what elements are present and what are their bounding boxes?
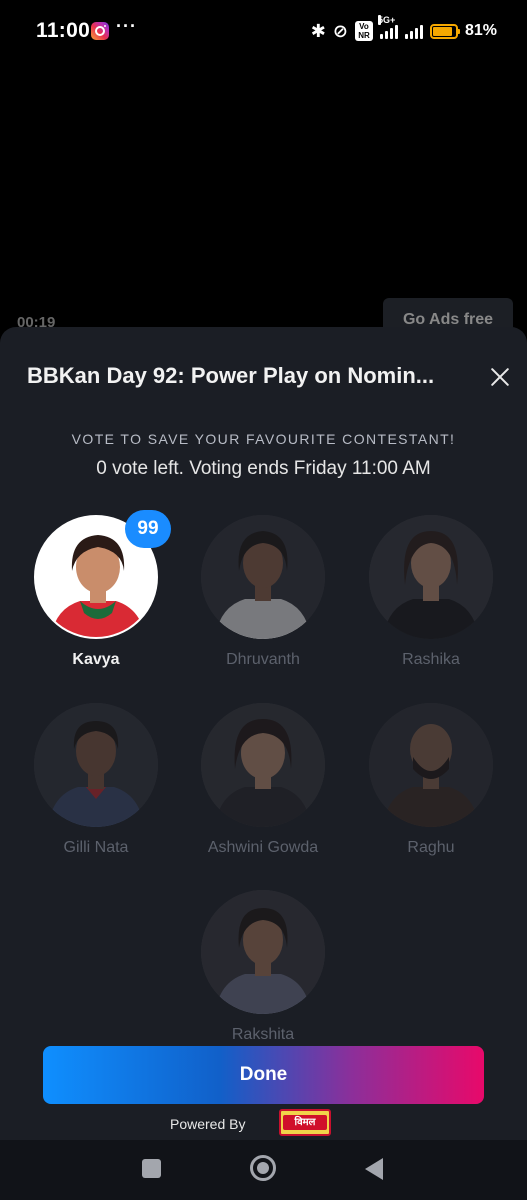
screen: 11:00 ··· ✱ ⊘ Vo NR 5G+ 81% 00:19 Go Ads… (0, 0, 527, 1200)
powered-by-label: Powered By (170, 1116, 246, 1132)
voting-sheet: BBKan Day 92: Power Play on Nomin... VOT… (0, 327, 527, 1140)
contestant-name: Kavya (72, 651, 120, 668)
contestant-avatar (369, 515, 493, 639)
battery-percent: 81% (464, 22, 497, 39)
contestant-card-raghu[interactable]: Raghu (356, 703, 506, 857)
vote-caption: VOTE TO SAVE YOUR FAVOURITE CONTESTANT! (71, 431, 456, 447)
status-icons: ✱ ⊘ Vo NR 5G+ 81% (310, 15, 497, 44)
more-notifications-icon: ··· (116, 16, 137, 36)
vote-status: 0 vote left. Voting ends Friday 11:00 AM (96, 458, 431, 479)
contestant-name: Dhruvanth (226, 651, 300, 668)
contestant-card-gilli-nata[interactable]: Gilli Nata (21, 703, 171, 857)
hotspot-link-icon: ⊘ (332, 20, 348, 41)
done-button[interactable]: Done (43, 1046, 484, 1104)
contestant-card-dhruvanth[interactable]: Dhruvanth (188, 515, 338, 669)
signal-icon-sim2 (404, 23, 423, 39)
bluetooth-icon: ✱ (310, 20, 326, 41)
close-button[interactable] (484, 361, 516, 393)
signal-icon-sim1: 5G+ (377, 15, 398, 39)
contestant-card-rashika[interactable]: Rashika (356, 515, 506, 669)
contestant-avatar (201, 515, 325, 639)
instagram-icon (91, 22, 109, 40)
contestant-name: Rakshita (231, 1026, 295, 1043)
contestant-avatar (34, 703, 158, 827)
contestant-name: Ashwini Gowda (207, 839, 319, 856)
status-time: 11:00 (36, 19, 91, 42)
contestant-card-rakshita[interactable]: Rakshita (188, 890, 338, 1044)
contestant-avatar (201, 890, 325, 1014)
recent-apps-button[interactable] (142, 1159, 161, 1178)
network-type-label: 5G+ (377, 15, 396, 25)
contestant-name: Gilli Nata (63, 839, 129, 856)
status-bar: 11:00 ··· ✱ ⊘ Vo NR 5G+ 81% (0, 0, 527, 62)
contestant-avatar (369, 703, 493, 827)
battery-icon (429, 23, 460, 39)
navigation-bar (0, 1140, 527, 1200)
sponsor-logo-text: विमल (283, 1115, 327, 1130)
volte-icon: Vo NR (354, 21, 373, 41)
close-icon (490, 367, 510, 387)
sponsor-logo: विमल (279, 1109, 331, 1136)
contestant-name: Rashika (402, 651, 460, 668)
home-button[interactable] (250, 1155, 276, 1181)
contestant-card-ashwini-gowda[interactable]: Ashwini Gowda (188, 703, 338, 857)
contestant-avatar (201, 703, 325, 827)
vote-count-badge: 99 (125, 510, 171, 548)
sheet-title: BBKan Day 92: Power Play on Nomin... (27, 363, 435, 388)
back-button[interactable] (365, 1158, 383, 1180)
contestant-name: Raghu (407, 839, 455, 856)
